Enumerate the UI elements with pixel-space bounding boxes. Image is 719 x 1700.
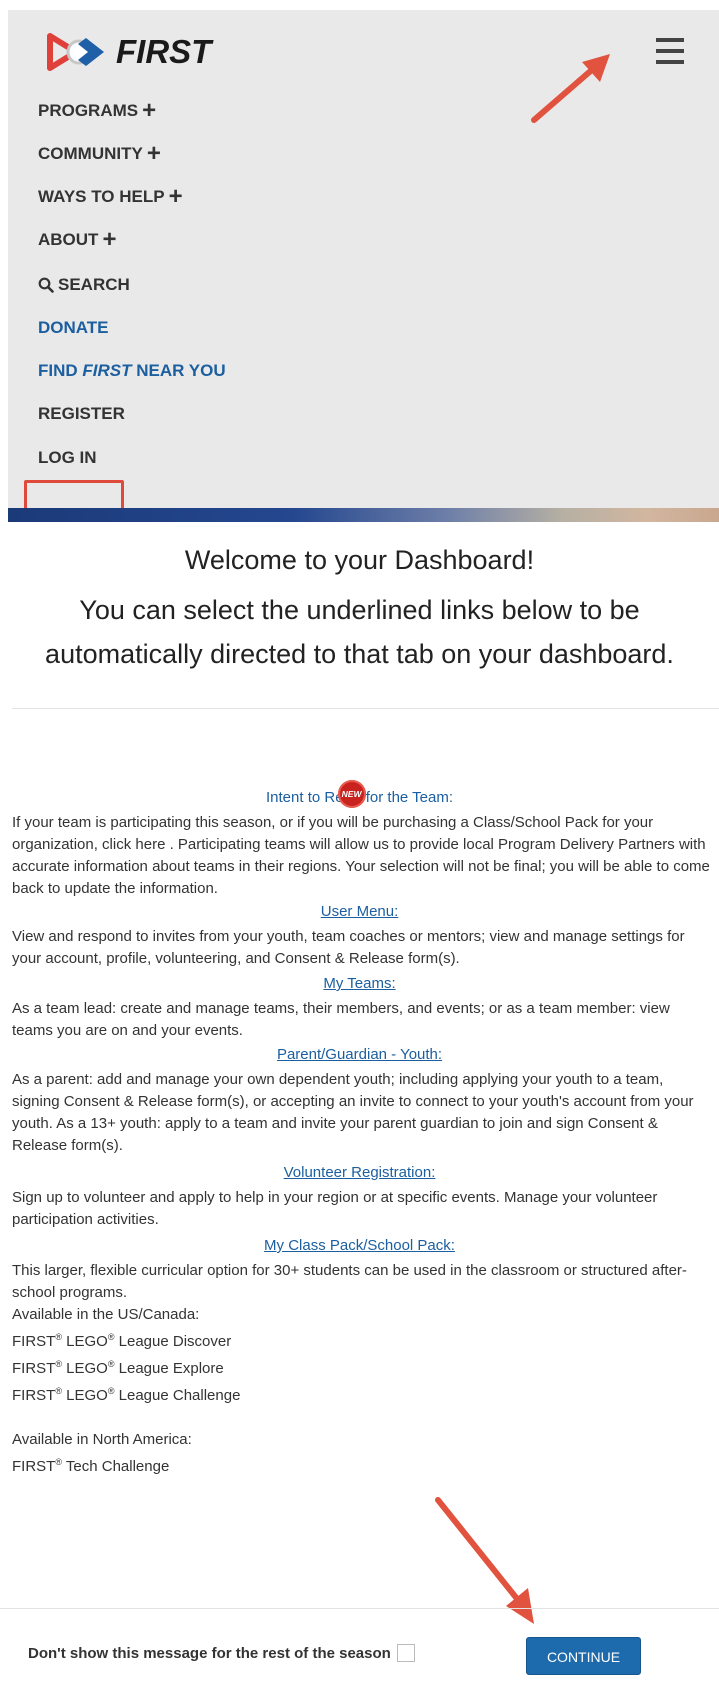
section-heading-parent-guardian[interactable]: Parent/Guardian - Youth: <box>0 1046 719 1063</box>
divider <box>12 708 719 709</box>
menu-item-label-post: NEAR YOU <box>131 361 226 380</box>
footer-divider <box>0 1608 719 1609</box>
section-body-text: This larger, flexible curricular option … <box>12 1262 687 1301</box>
program-item: FIRST® LEGO® League Challenge <box>12 1380 712 1407</box>
section-body-my-teams: As a team lead: create and manage teams,… <box>12 998 712 1042</box>
program-name: Tech Challenge <box>65 1458 170 1475</box>
brand-lego: LEGO <box>66 1360 108 1377</box>
brand-lego: LEGO <box>66 1387 108 1404</box>
dont-show-label: Don't show this message for the rest of … <box>28 1644 391 1662</box>
section-body-text: If your team is participating this seaso… <box>12 814 710 897</box>
section-body-user-menu: View and respond to invites from your yo… <box>12 926 712 970</box>
hamburger-menu-icon[interactable] <box>656 38 686 66</box>
parent-guardian-youth-link[interactable]: Parent/Guardian - Youth: <box>277 1046 442 1063</box>
brand-first: FIRST <box>12 1458 56 1475</box>
registered-mark: ® <box>55 1359 62 1369</box>
menu-item-register[interactable]: REGISTER <box>38 399 125 429</box>
volunteer-registration-link[interactable]: Volunteer Registration: <box>284 1164 436 1181</box>
section-heading-volunteer[interactable]: Volunteer Registration: <box>0 1164 719 1181</box>
user-menu-link[interactable]: User Menu: <box>321 903 399 920</box>
brand-first: FIRST <box>12 1360 56 1377</box>
section-body-parent-guardian: As a parent: add and manage your own dep… <box>12 1069 712 1157</box>
menu-item-label: SEARCH <box>58 275 130 294</box>
plus-icon: + <box>142 97 157 124</box>
menu-item-label-em: FIRST <box>82 361 132 380</box>
logo-wordmark: FIRST <box>116 33 212 70</box>
brand-first: FIRST <box>12 1333 56 1350</box>
program-item: FIRST® LEGO® League Discover <box>12 1326 712 1353</box>
program-name: League Challenge <box>118 1387 241 1404</box>
brand-first: FIRST <box>12 1387 56 1404</box>
plus-icon: + <box>102 226 117 253</box>
section-body-text: Sign up to volunteer and apply to help i… <box>12 1189 658 1228</box>
menu-item-about[interactable]: ABOUT + <box>38 225 116 255</box>
search-icon <box>38 277 54 293</box>
menu-item-label: COMMUNITY <box>38 144 143 163</box>
registered-mark: ® <box>107 1332 115 1342</box>
dont-show-option[interactable]: Don't show this message for the rest of … <box>28 1644 415 1662</box>
menu-item-label: LOG IN <box>38 448 97 467</box>
section-body-text: View and respond to invites from your yo… <box>12 928 685 967</box>
registered-mark: ® <box>107 1386 115 1396</box>
section-heading-intent[interactable]: Intent to ReNEW for the Team: <box>0 780 719 808</box>
top-strip <box>0 0 719 10</box>
menu-item-programs[interactable]: PROGRAMS + <box>38 96 156 126</box>
first-logo[interactable]: FIRST <box>46 28 211 76</box>
menu-item-label: DONATE <box>38 318 109 337</box>
plus-icon: + <box>168 183 183 210</box>
my-teams-link[interactable]: My Teams: <box>323 975 395 992</box>
arrow-annotation-icon <box>435 1497 534 1624</box>
section-heading-pre: Intent to Re <box>266 788 344 806</box>
menu-item-community[interactable]: COMMUNITY + <box>38 139 161 169</box>
dashboard-subtitle: You can select the underlined links belo… <box>45 595 674 669</box>
section-body-volunteer: Sign up to volunteer and apply to help i… <box>12 1187 712 1231</box>
hero-banner-strip <box>8 508 719 522</box>
class-pack-school-pack-link[interactable]: My Class Pack/School Pack: <box>264 1237 455 1254</box>
brand-lego: LEGO <box>66 1333 108 1350</box>
menu-item-label: WAYS TO HELP <box>38 187 165 206</box>
section-body-class-pack: This larger, flexible curricular option … <box>12 1260 712 1478</box>
menu-item-log-in[interactable]: LOG IN <box>38 443 97 473</box>
section-body-text: As a team lead: create and manage teams,… <box>12 1000 670 1039</box>
program-name: League Explore <box>118 1360 224 1377</box>
section-heading-class-pack[interactable]: My Class Pack/School Pack: <box>0 1237 719 1254</box>
mobile-nav-menu: FIRST PROGRAMS + COMMUNITY + WAYS TO HEL… <box>8 10 719 514</box>
registered-mark: ® <box>107 1359 115 1369</box>
section-heading-post: for the Team: <box>361 788 453 806</box>
dashboard-title: Welcome to your Dashboard! <box>184 545 535 575</box>
section-body-intent: If your team is participating this seaso… <box>12 812 712 900</box>
continue-button[interactable]: CONTINUE <box>526 1637 641 1675</box>
program-item: FIRST® Tech Challenge <box>12 1451 712 1478</box>
menu-item-donate[interactable]: DONATE <box>38 313 109 343</box>
first-logo-icon <box>47 33 104 71</box>
menu-item-ways-to-help[interactable]: WAYS TO HELP + <box>38 182 183 212</box>
menu-item-search[interactable]: SEARCH <box>38 270 130 300</box>
section-heading-user-menu[interactable]: User Menu: <box>0 903 719 920</box>
menu-item-find-first-near-you[interactable]: FIND FIRST NEAR YOU <box>38 356 226 386</box>
us-canada-heading: Available in the US/Canada: <box>12 1306 200 1323</box>
north-america-heading: Available in North America: <box>12 1431 192 1448</box>
new-badge-icon: NEW <box>337 780 366 808</box>
dont-show-checkbox[interactable] <box>396 1644 415 1662</box>
registered-mark: ® <box>55 1457 62 1467</box>
menu-item-label-pre: FIND <box>38 361 83 380</box>
section-body-text: As a parent: add and manage your own dep… <box>12 1071 694 1154</box>
program-name: League Discover <box>118 1333 232 1350</box>
menu-item-label: PROGRAMS <box>38 101 139 120</box>
section-heading-my-teams[interactable]: My Teams: <box>0 975 719 992</box>
menu-item-label: ABOUT <box>38 230 99 249</box>
registered-mark: ® <box>55 1386 62 1396</box>
plus-icon: + <box>146 140 161 167</box>
menu-item-label: REGISTER <box>38 404 125 423</box>
program-item: FIRST® LEGO® League Explore <box>12 1353 712 1380</box>
registered-mark: ® <box>55 1332 62 1342</box>
